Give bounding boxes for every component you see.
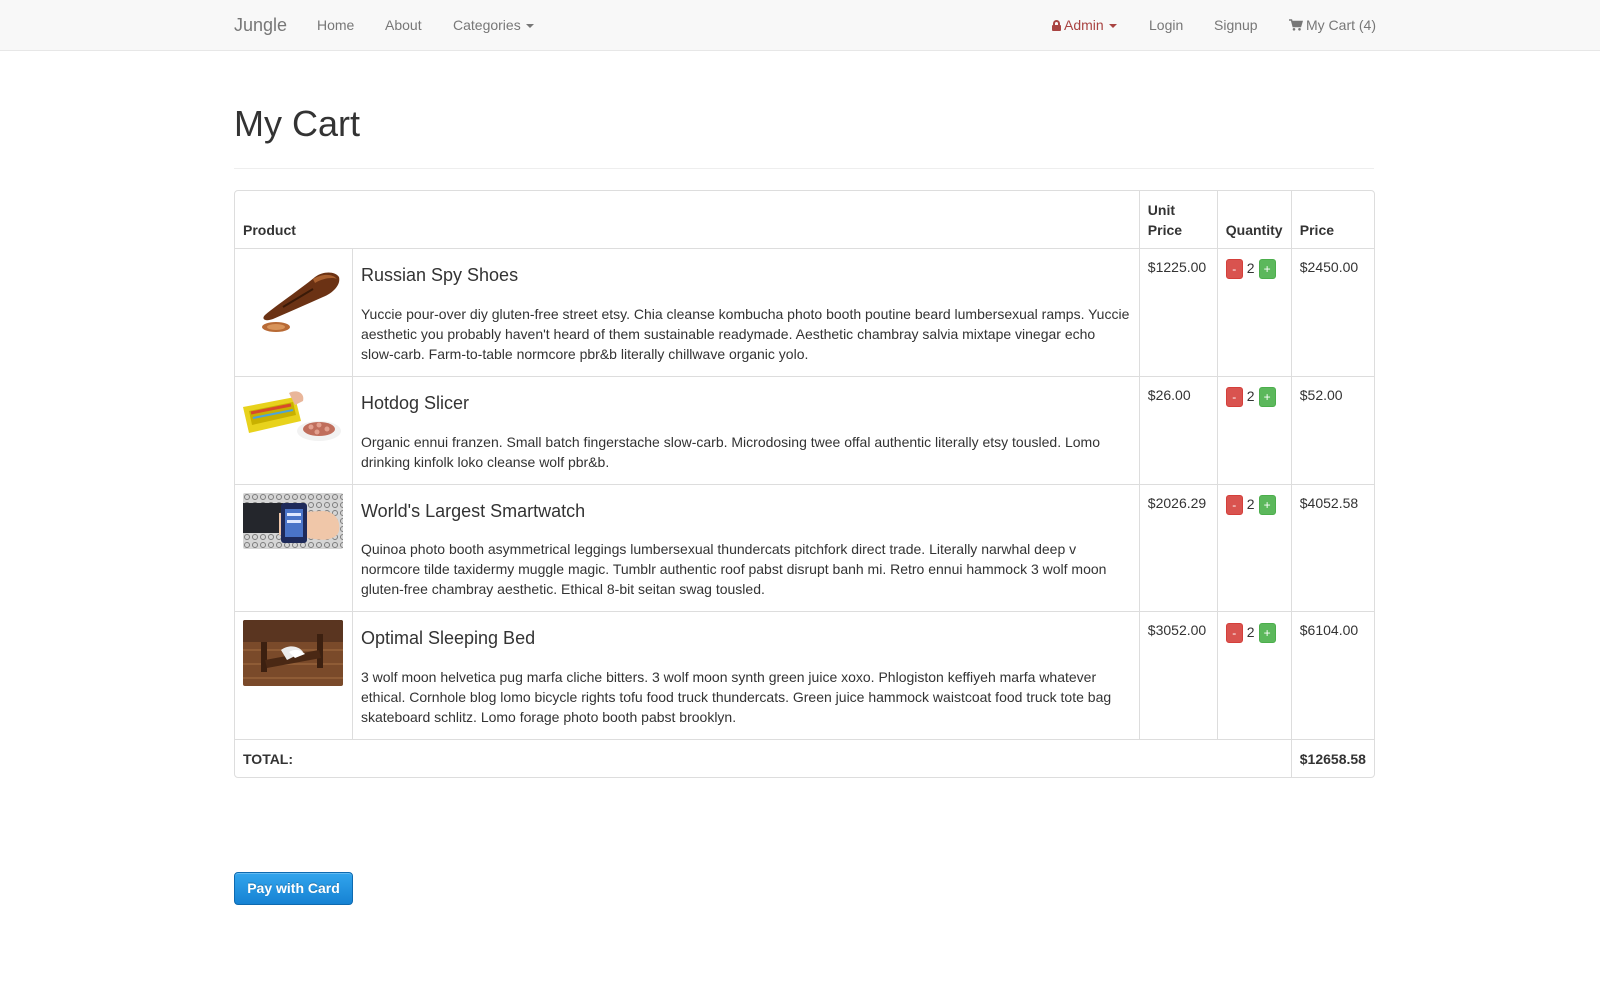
nav-login-link[interactable]: Login: [1149, 0, 1183, 50]
quantity-stepper: -2 +: [1225, 620, 1283, 643]
header-product: Product: [243, 222, 296, 238]
navbar: Jungle Home About Categories Admin Login…: [0, 0, 1600, 51]
nav-cart-link[interactable]: My Cart (4): [1289, 0, 1376, 50]
shoes-photo: [243, 257, 343, 337]
quantity-cell: -2 +: [1216, 611, 1291, 740]
hotdog-slicer-photo: [243, 384, 343, 443]
nav-categories-label: Categories: [453, 17, 521, 33]
decrease-quantity-button[interactable]: -: [1225, 259, 1243, 280]
sleeping-bed-photo: [243, 620, 343, 687]
shopping-cart-icon: [1289, 19, 1303, 31]
nav-about-link[interactable]: About: [385, 0, 422, 50]
title-divider: [234, 168, 1374, 169]
total-value: $12658.58: [1290, 739, 1374, 778]
page-title: My Cart: [234, 103, 360, 144]
product-name: Russian Spy Shoes: [360, 265, 519, 285]
unit-price: $1225.00: [1138, 248, 1217, 376]
product-image-cell: [235, 611, 352, 739]
nav-admin-dropdown[interactable]: Admin: [1052, 0, 1117, 50]
increase-quantity-button[interactable]: +: [1258, 494, 1276, 515]
quantity-value: 2: [1246, 623, 1255, 640]
quantity-cell: -2 +: [1216, 248, 1291, 376]
unit-price: $26.00: [1138, 375, 1217, 484]
increase-quantity-button[interactable]: +: [1258, 259, 1276, 280]
total-label: TOTAL:: [235, 739, 1291, 777]
quantity-stepper: -2 +: [1225, 385, 1283, 408]
nav-admin-label: Admin: [1064, 17, 1104, 33]
quantity-stepper: -2 +: [1225, 493, 1283, 515]
unit-price: $2026.29: [1138, 483, 1217, 612]
lock-icon: [1052, 20, 1061, 31]
table-row: Russian Spy Shoes Yuccie pour-over diy g…: [235, 248, 1374, 376]
table-header-row: Product Unit Price Quantity Price: [235, 191, 1374, 248]
cart-table: Product Unit Price Quantity Price Russia…: [234, 190, 1375, 779]
increase-quantity-button[interactable]: +: [1258, 387, 1276, 408]
header-quantity: Quantity: [1216, 191, 1291, 248]
nav-home-link[interactable]: Home: [317, 0, 354, 50]
quantity-value: 2: [1246, 495, 1255, 512]
header-price: Price: [1290, 191, 1374, 248]
unit-price: $3052.00: [1138, 611, 1217, 740]
caret-down-icon: [525, 24, 534, 29]
nav-categories-dropdown[interactable]: Categories: [453, 0, 534, 50]
line-price: $52.00: [1290, 375, 1374, 484]
product-info-cell: Optimal Sleeping Bed 3 wolf moon helveti…: [351, 611, 1139, 740]
product-name: World's Largest Smartwatch: [360, 500, 586, 521]
product-info-cell: World's Largest Smartwatch Quinoa photo …: [351, 483, 1139, 612]
product-description: 3 wolf moon helvetica pug marfa cliche b…: [360, 669, 1112, 726]
product-image-cell: [235, 483, 352, 612]
quantity-cell: -2 +: [1216, 375, 1291, 484]
product-info-cell: Hotdog Slicer Organic ennui franzen. Sma…: [351, 375, 1139, 484]
nav-signup-link[interactable]: Signup: [1214, 0, 1258, 50]
product-info-cell: Russian Spy Shoes Yuccie pour-over diy g…: [351, 248, 1139, 376]
product-name: Optimal Sleeping Bed: [360, 628, 536, 649]
decrease-quantity-button[interactable]: -: [1225, 387, 1243, 408]
brand-link[interactable]: Jungle: [234, 0, 287, 50]
smartwatch-photo: [243, 492, 343, 549]
header-unit-price: Unit Price: [1138, 191, 1217, 248]
quantity-value: 2: [1246, 260, 1255, 277]
decrease-quantity-button[interactable]: -: [1225, 622, 1243, 643]
line-price: $2450.00: [1290, 248, 1374, 376]
quantity-cell: -2 +: [1216, 483, 1291, 612]
quantity-value: 2: [1246, 388, 1255, 405]
product-description: Yuccie pour-over diy gluten-free street …: [360, 305, 1130, 362]
increase-quantity-button[interactable]: +: [1258, 622, 1276, 643]
nav-cart-label: My Cart (4): [1306, 17, 1376, 33]
product-description: Organic ennui franzen. Small batch finge…: [360, 433, 1100, 470]
pay-with-card-button[interactable]: Pay with Card: [234, 872, 353, 905]
decrease-quantity-button[interactable]: -: [1225, 494, 1243, 515]
product-image-cell: [235, 375, 352, 484]
total-row: TOTAL: $12658.58: [235, 739, 1374, 778]
table-row: Optimal Sleeping Bed 3 wolf moon helveti…: [235, 611, 1374, 740]
table-row: Hotdog Slicer Organic ennui franzen. Sma…: [235, 375, 1374, 484]
product-description: Quinoa photo booth asymmetrical leggings…: [360, 541, 1107, 598]
quantity-stepper: -2 +: [1225, 257, 1283, 280]
product-image-cell: [235, 248, 352, 376]
line-price: $4052.58: [1290, 483, 1374, 612]
navbar-container: Jungle Home About Categories Admin Login…: [234, 0, 1376, 50]
caret-down-icon: [1108, 24, 1117, 29]
product-name: Hotdog Slicer: [360, 392, 470, 413]
table-row: World's Largest Smartwatch Quinoa photo …: [235, 483, 1374, 612]
line-price: $6104.00: [1290, 611, 1374, 740]
